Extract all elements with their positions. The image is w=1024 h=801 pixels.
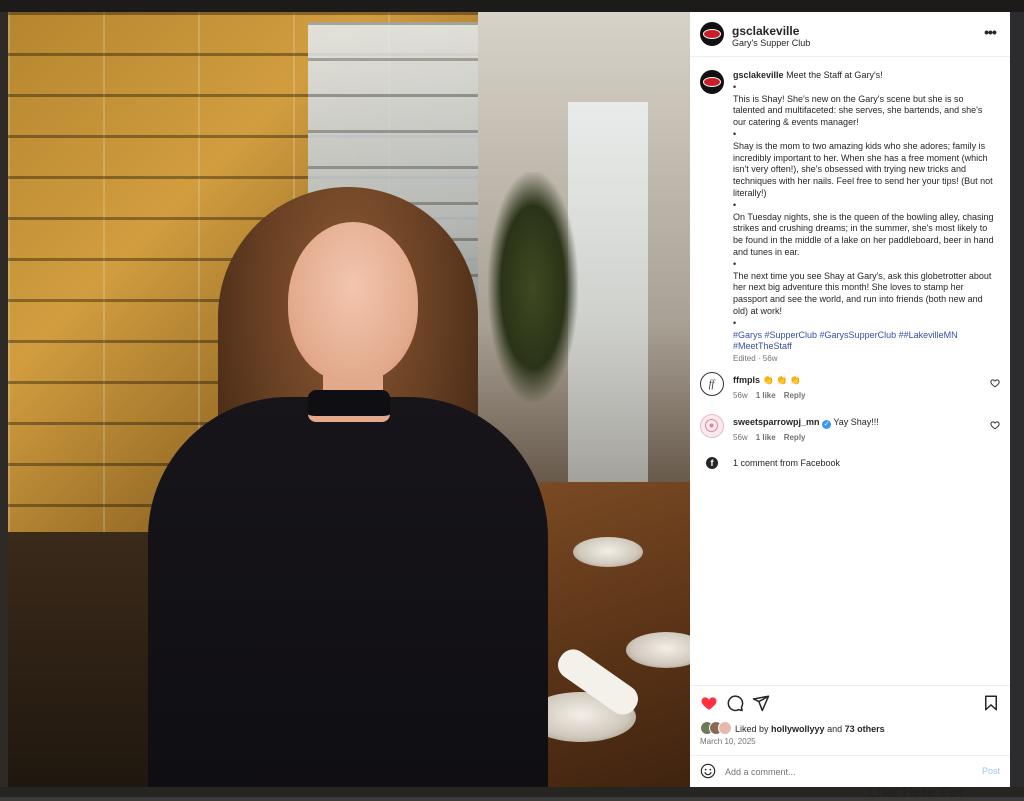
comment-username[interactable]: sweetsparrowpj_mn: [733, 417, 820, 427]
add-comment-input[interactable]: [725, 764, 965, 780]
comment-meta: 56w 1 like Reply: [733, 391, 814, 400]
comment-username[interactable]: ffmpls: [733, 375, 760, 385]
comment-body: 👏 👏 👏: [762, 375, 802, 385]
caption-bullet: •: [733, 258, 737, 269]
comment-like-heart-icon[interactable]: [990, 420, 1000, 430]
comment-bubble-icon[interactable]: [726, 694, 744, 712]
avatar[interactable]: [700, 22, 724, 46]
avatar[interactable]: [700, 414, 724, 438]
svg-text:ff: ff: [709, 379, 716, 390]
post-location[interactable]: Gary's Supper Club: [732, 38, 810, 48]
liked-and-label: and: [827, 724, 843, 734]
emoji-smile-icon[interactable]: [700, 763, 716, 779]
caption-bullet: •: [733, 128, 737, 139]
avatar[interactable]: [700, 70, 724, 94]
liked-by-user[interactable]: hollywollyyy: [771, 724, 825, 734]
sweetsparrow-logo-icon: [705, 419, 718, 432]
comment-age[interactable]: 56w: [733, 391, 748, 400]
caption-paragraph: This is Shay! She's new on the Gary's sc…: [733, 93, 983, 128]
caption-paragraph: On Tuesday nights, she is the queen of t…: [733, 211, 994, 257]
avatar: [718, 721, 732, 735]
ffmpls-logo-icon: ff: [709, 379, 716, 390]
add-comment-bar: Post: [690, 755, 1010, 787]
share-send-icon[interactable]: [752, 694, 770, 712]
caption-bullet: •: [733, 317, 737, 328]
comment-likes[interactable]: 1 like: [756, 391, 776, 400]
caption-edited-meta: Edited · 56w: [733, 354, 778, 364]
like-heart-icon[interactable]: [700, 694, 718, 712]
caption-username[interactable]: gsclakeville: [733, 70, 784, 80]
post-header: gsclakeville Gary's Supper Club •••: [690, 12, 1010, 57]
liked-by-label: Liked by: [735, 724, 769, 734]
comment: sweetsparrowpj_mn ✓ Yay Shay!!! 56w 1 lik…: [700, 414, 1000, 450]
comment-age[interactable]: 56w: [733, 433, 748, 442]
brand-logo-icon: [703, 29, 721, 39]
verified-badge-icon: ✓: [822, 420, 832, 429]
facebook-comments-link[interactable]: f 1 comment from Facebook: [700, 456, 1000, 472]
post-caption: gsclakeville Meet the Staff at Gary's! •…: [700, 66, 1000, 366]
caption-hashtags[interactable]: #Garys #SupperClub #GarysSupperClub ##La…: [733, 330, 995, 354]
comment-text: ffmpls 👏 👏 👏: [733, 375, 801, 386]
post-side-panel: gsclakeville Gary's Supper Club ••• gscl…: [690, 12, 1010, 787]
backdrop-top-band: [0, 0, 1024, 12]
post-username[interactable]: gsclakeville: [732, 24, 799, 38]
comment-body: Yay Shay!!!: [833, 417, 879, 427]
avatar[interactable]: ff: [700, 372, 724, 396]
photo-plant: [488, 172, 578, 402]
more-options-icon[interactable]: •••: [980, 25, 1000, 41]
post-date[interactable]: March 10, 2025: [700, 737, 756, 746]
comment-text: sweetsparrowpj_mn ✓ Yay Shay!!!: [733, 417, 879, 429]
brand-logo-icon: [703, 77, 721, 87]
post-comment-button[interactable]: Post: [982, 766, 1000, 776]
save-bookmark-icon[interactable]: [982, 694, 1000, 712]
post-action-bar: [690, 685, 1010, 717]
caption-bullet: •: [733, 81, 737, 92]
caption-bullet: •: [733, 199, 737, 210]
caption-paragraph: The next time you see Shay at Gary's, as…: [733, 270, 992, 316]
comment-meta: 56w 1 like Reply: [733, 433, 814, 442]
likes-text: Liked by hollywollyyy and 73 others: [735, 724, 885, 734]
caption-paragraph: Shay is the mom to two amazing kids who …: [733, 140, 993, 198]
liked-others-link[interactable]: 73 others: [845, 724, 885, 734]
photo-plate: [573, 537, 643, 567]
caption-headline: Meet the Staff at Gary's!: [786, 70, 883, 80]
comment-likes[interactable]: 1 like: [756, 433, 776, 442]
photo-person-body: [148, 397, 548, 787]
facebook-icon: f: [706, 457, 718, 469]
photo-person-collar: [308, 390, 390, 422]
photo-person-face: [288, 222, 418, 382]
facebook-comments-text[interactable]: 1 comment from Facebook: [733, 458, 840, 468]
comment: ff ffmpls 👏 👏 👏 56w 1 like Reply: [700, 372, 1000, 408]
post-photo[interactable]: [8, 12, 690, 787]
caption-text: gsclakeville Meet the Staff at Gary's! •…: [733, 70, 995, 365]
comment-reply-button[interactable]: Reply: [784, 391, 806, 400]
comment-like-heart-icon[interactable]: [990, 378, 1000, 388]
likes-summary: Liked by hollywollyyy and 73 others: [700, 720, 1000, 738]
comment-reply-button[interactable]: Reply: [784, 433, 806, 442]
